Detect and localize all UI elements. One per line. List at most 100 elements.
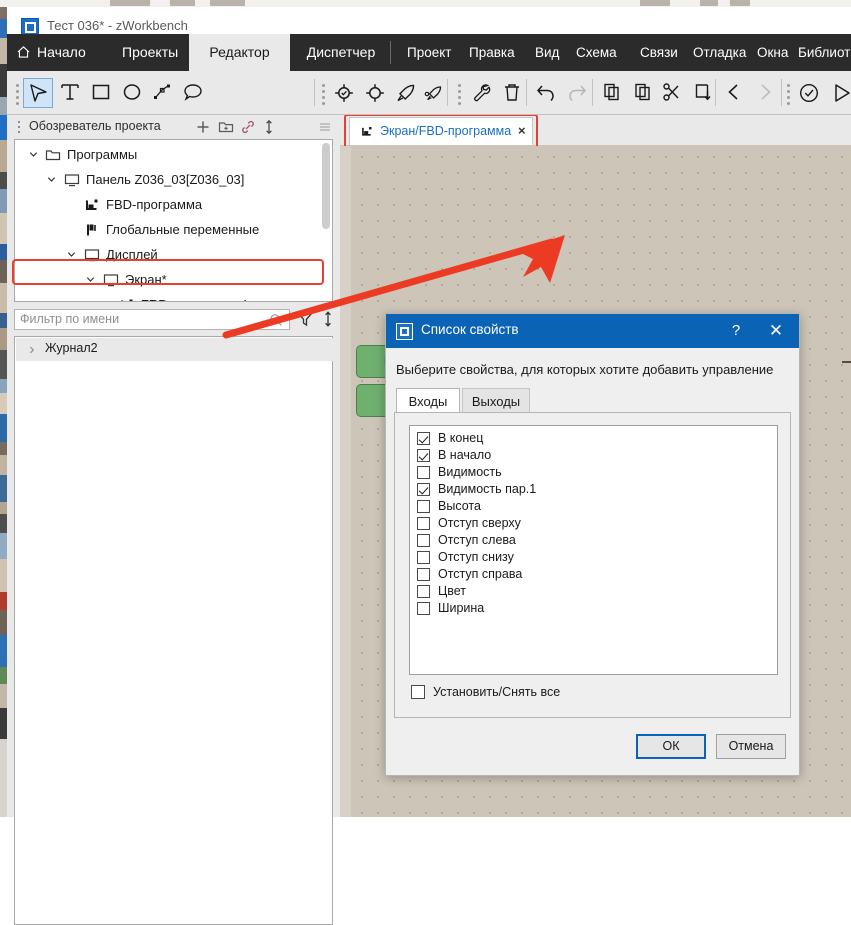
property-row[interactable]: В конец	[410, 430, 777, 447]
polyline-icon[interactable]	[147, 78, 177, 108]
text-icon[interactable]	[55, 78, 85, 108]
toolbar-grip-3[interactable]	[458, 84, 461, 100]
nav-tab-home[interactable]: Начало	[7, 34, 122, 71]
ellipse-icon[interactable]	[117, 78, 147, 108]
background-color-band	[0, 189, 7, 213]
menu-item-edit[interactable]: Правка	[469, 34, 515, 71]
checkbox[interactable]	[417, 568, 430, 581]
checkbox[interactable]	[417, 551, 430, 564]
run-icon[interactable]	[827, 78, 851, 108]
tree-item-global-variables[interactable]: Глобальные переменные	[15, 217, 332, 242]
toolbar-separator-2	[447, 79, 448, 106]
panel-grip[interactable]	[18, 121, 21, 133]
property-row[interactable]: Высота	[410, 498, 777, 515]
toolbar-grip-4[interactable]	[787, 84, 790, 100]
wrench-icon[interactable]	[466, 78, 496, 108]
menu-item-view[interactable]: Вид	[535, 34, 559, 71]
menu-item-debug[interactable]: Отладка	[693, 34, 746, 71]
nav-tab-dispatcher[interactable]: Диспетчер	[290, 34, 392, 71]
checkbox[interactable]	[417, 466, 430, 479]
checkbox[interactable]	[417, 500, 430, 513]
list-item[interactable]: Журнал2	[16, 338, 333, 361]
checkbox[interactable]	[417, 534, 430, 547]
property-row[interactable]: Видимость пар.1	[410, 481, 777, 498]
import-icon[interactable]	[688, 78, 718, 108]
property-label: Отступ сверху	[438, 516, 521, 530]
filter-input[interactable]: Фильтр по имени	[14, 309, 290, 330]
property-row[interactable]: Цвет	[410, 583, 777, 600]
toolbar-grip[interactable]	[16, 84, 19, 100]
close-icon[interactable]: ✕	[764, 320, 788, 342]
menu-item-links[interactable]: Связи	[640, 34, 678, 71]
copy-icon[interactable]	[597, 78, 627, 108]
property-row[interactable]: Отступ снизу	[410, 549, 777, 566]
target-icon[interactable]	[360, 78, 390, 108]
tree-item-fbd-program-screen[interactable]: FBD-программа*	[15, 292, 332, 302]
menu-item-windows[interactable]: Окна	[757, 34, 788, 71]
menu-item-scheme[interactable]: Схема	[576, 34, 617, 71]
toolbar-separator-4	[592, 79, 593, 106]
rocket-icon[interactable]	[391, 78, 421, 108]
comment-icon[interactable]	[178, 78, 208, 108]
rectangle-icon[interactable]	[86, 78, 116, 108]
prev-icon[interactable]	[719, 78, 749, 108]
nav-tab-editor[interactable]: Редактор	[189, 34, 290, 71]
menu-item-library[interactable]: Библиот	[798, 34, 850, 71]
properties-checkbox-list[interactable]: В конец В начало Видимость Видимость пар…	[409, 425, 778, 675]
target-check-icon[interactable]	[329, 78, 359, 108]
property-row[interactable]: Отступ справа	[410, 566, 777, 583]
undo-icon[interactable]	[531, 78, 561, 108]
toolbar-grip-2[interactable]	[322, 84, 325, 100]
check-circle-icon[interactable]	[794, 78, 824, 108]
rocket-small-icon[interactable]	[419, 78, 449, 108]
panel-icon	[64, 172, 80, 188]
dialog-tab-panel: В конец В начало Видимость Видимость пар…	[394, 412, 791, 718]
next-icon	[750, 78, 780, 108]
checkbox[interactable]	[417, 483, 430, 496]
nav-tab-projects[interactable]: Проекты	[108, 34, 189, 71]
property-row[interactable]: Отступ сверху	[410, 515, 777, 532]
tab-outputs[interactable]: Выходы	[462, 388, 530, 413]
expand-collapse-icon[interactable]	[261, 119, 277, 135]
cancel-button[interactable]: Отмена	[716, 734, 786, 759]
menu-item-project[interactable]: Проект	[407, 34, 451, 71]
property-label: Отступ снизу	[438, 550, 514, 564]
ok-button[interactable]: ОК	[636, 734, 706, 759]
checkbox[interactable]	[411, 685, 425, 699]
funnel-icon[interactable]	[296, 310, 314, 328]
add-icon[interactable]	[195, 119, 211, 135]
tree-item-panel[interactable]: Панель Z036_03[Z036_03]	[15, 167, 332, 192]
trash-icon[interactable]	[497, 78, 527, 108]
background-color-band	[0, 19, 7, 38]
link-icon[interactable]	[240, 119, 256, 135]
help-icon[interactable]: ?	[724, 321, 748, 341]
project-explorer-title: Обозреватель проекта	[29, 119, 161, 133]
add-folder-icon[interactable]	[218, 119, 234, 135]
background-color-band	[0, 313, 7, 328]
tree-item-programs[interactable]: Программы	[15, 142, 332, 167]
chevron-right-icon[interactable]	[28, 346, 36, 354]
checkbox[interactable]	[417, 432, 430, 445]
property-label: Ширина	[438, 601, 484, 615]
object-list[interactable]: Журнал2	[14, 336, 333, 925]
tab-inputs[interactable]: Входы	[396, 388, 460, 413]
paste-icon[interactable]	[628, 78, 658, 108]
property-label: Видимость	[438, 465, 502, 479]
property-row[interactable]: Видимость	[410, 464, 777, 481]
checkbox[interactable]	[417, 449, 430, 462]
expand-collapse-icon[interactable]	[320, 310, 336, 328]
checkbox[interactable]	[417, 585, 430, 598]
nav-tab-editor-label: Редактор	[209, 44, 269, 60]
checkbox[interactable]	[417, 517, 430, 530]
property-row[interactable]: Отступ слева	[410, 532, 777, 549]
panel-menu-icon[interactable]	[317, 119, 333, 135]
checkbox[interactable]	[417, 602, 430, 615]
pointer-icon[interactable]	[23, 78, 53, 108]
property-row[interactable]: Ширина	[410, 600, 777, 617]
select-all-row[interactable]: Установить/Снять все	[409, 685, 560, 700]
cut-icon[interactable]	[657, 78, 687, 108]
tree-item-fbd-program[interactable]: FBD-программа	[15, 192, 332, 217]
property-row[interactable]: В начало	[410, 447, 777, 464]
tree-scrollbar-thumb[interactable]	[322, 143, 330, 229]
menu-separator	[390, 41, 391, 64]
